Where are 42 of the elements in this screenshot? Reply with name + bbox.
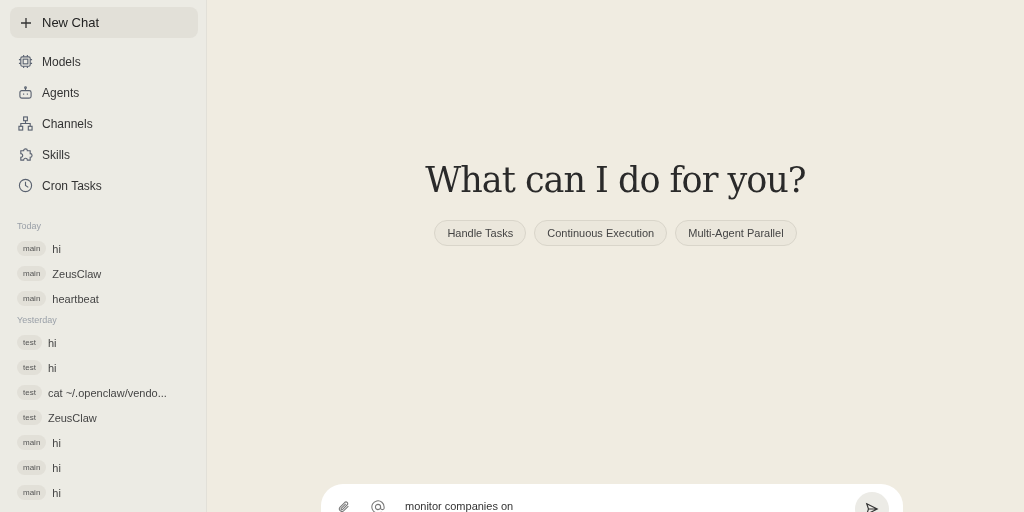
nav-item[interactable]: Models <box>10 46 198 77</box>
message-input[interactable]: monitor companies on <box>405 500 835 512</box>
clock-icon <box>18 178 33 193</box>
chat-title[interactable]: hi <box>52 436 61 449</box>
chat-title[interactable]: heartbeat <box>52 292 99 305</box>
chat-title[interactable]: hi <box>47 336 57 349</box>
new-chat-button[interactable]: New Chat <box>10 7 198 38</box>
suggestion-chip[interactable]: Multi-Agent Parallel <box>675 220 797 246</box>
branch-tag: test <box>17 385 42 400</box>
nav-item[interactable]: Skills <box>10 139 198 170</box>
send-icon <box>865 502 879 512</box>
chat-title[interactable]: hi <box>47 361 57 374</box>
branch-tag: main <box>17 266 47 281</box>
robot-icon <box>18 85 33 100</box>
section-heading: Yesterday <box>17 315 58 325</box>
at-sign-icon[interactable] <box>371 500 385 512</box>
chat-title[interactable]: hi <box>52 486 61 499</box>
section-heading: Today <box>17 221 43 231</box>
hierarchy-icon <box>18 116 33 131</box>
suggestion-chip[interactable]: Continuous Execution <box>534 220 668 246</box>
branch-tag: test <box>17 410 42 425</box>
branch-tag: test <box>17 360 42 375</box>
branch-tag: main <box>17 241 47 256</box>
plus-icon <box>20 16 32 29</box>
chat-title[interactable]: cat ~/.openclaw/vendo... <box>47 386 167 399</box>
nav-item[interactable]: Agents <box>10 77 198 108</box>
page-heading: What can I do for you? <box>425 160 806 200</box>
chat-title[interactable]: hi <box>52 461 61 474</box>
nav-item[interactable]: Channels <box>10 108 198 139</box>
paperclip-icon[interactable] <box>337 500 351 512</box>
branch-tag: main <box>17 460 47 475</box>
branch-tag: test <box>17 335 42 350</box>
branch-tag: main <box>17 291 47 306</box>
nav-item[interactable]: Cron Tasks <box>10 170 198 201</box>
chat-title[interactable]: hi <box>52 242 61 255</box>
suggestion-chip[interactable]: Handle Tasks <box>434 220 527 246</box>
chat-title[interactable]: ZeusClaw <box>47 411 97 424</box>
chip-icon <box>18 54 33 69</box>
branch-tag: main <box>17 435 47 450</box>
puzzle-icon <box>18 147 33 162</box>
branch-tag: main <box>17 485 47 500</box>
chat-title[interactable]: ZeusClaw <box>52 267 102 280</box>
